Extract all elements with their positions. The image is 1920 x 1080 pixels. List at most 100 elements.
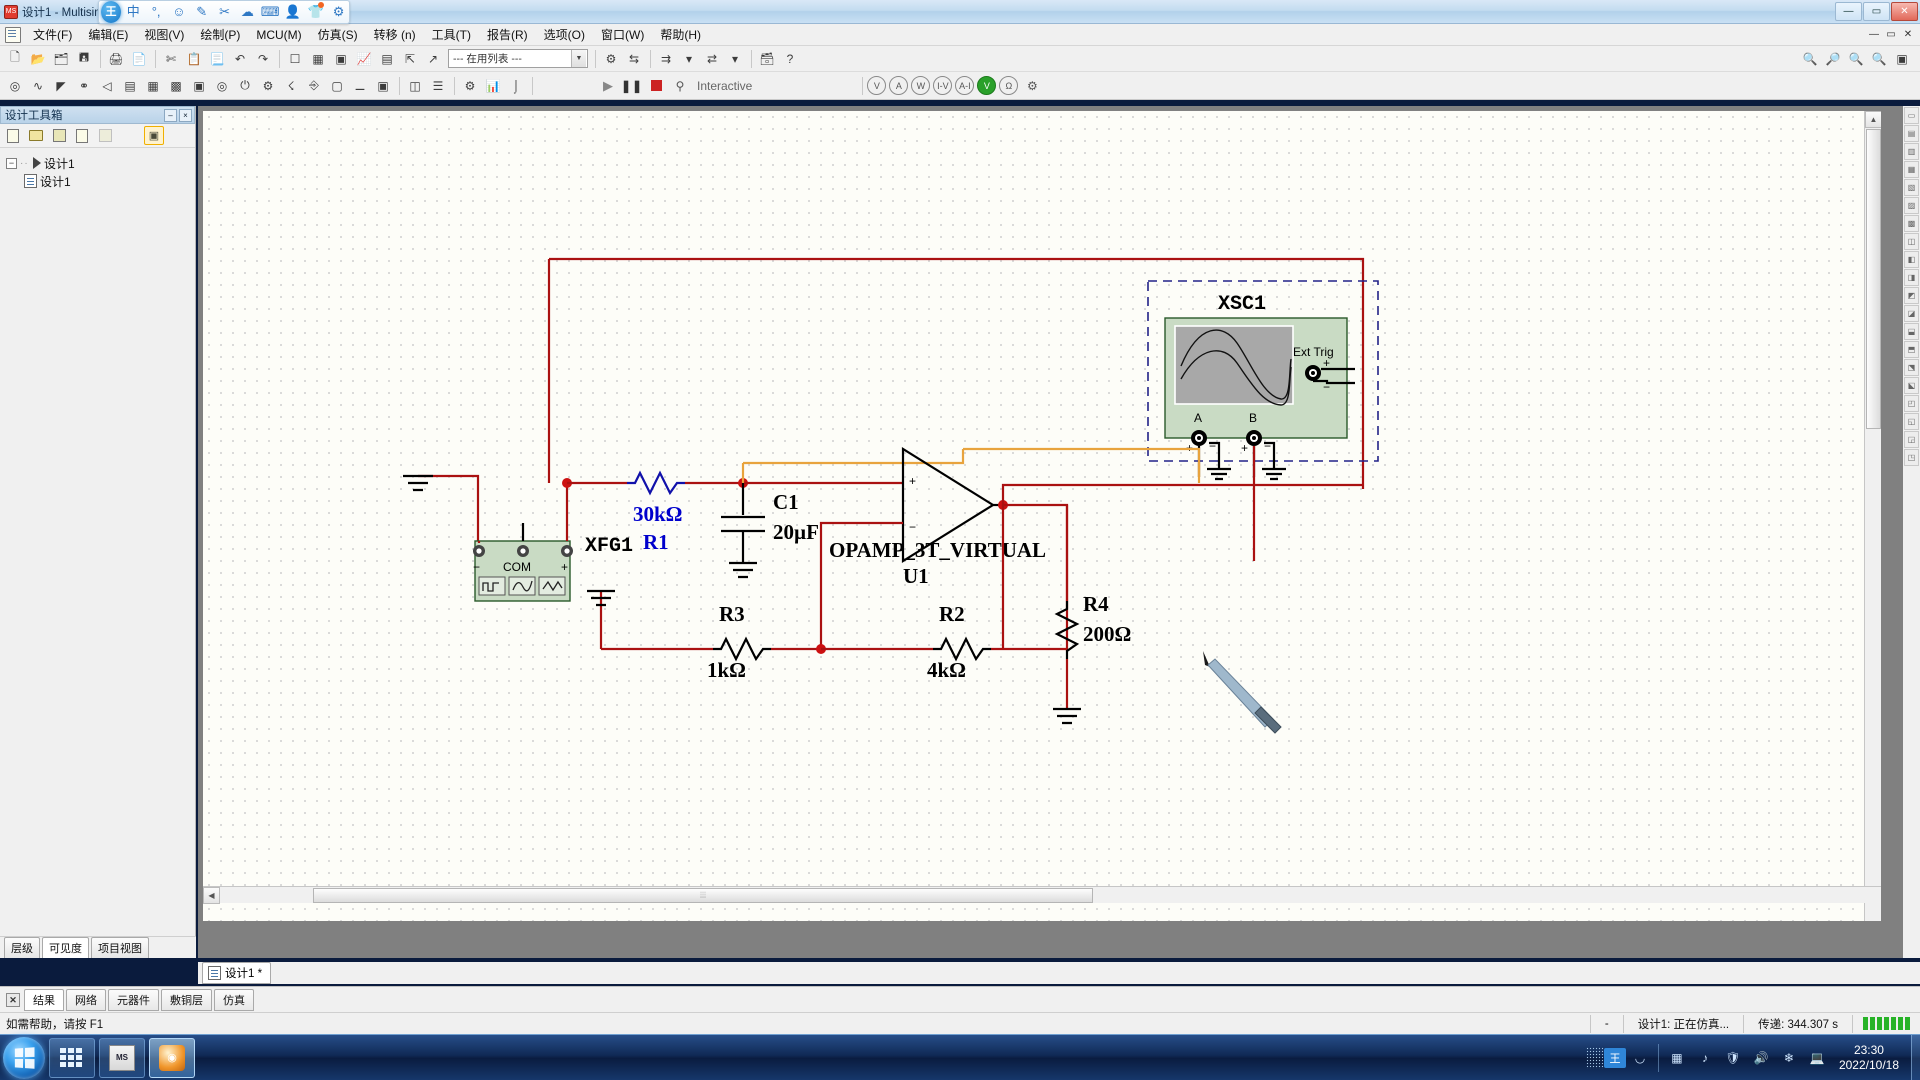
new-design-icon[interactable] bbox=[3, 126, 23, 145]
menu-options[interactable]: 选项(O) bbox=[536, 24, 593, 46]
window-maximize-button[interactable]: ▭ bbox=[1863, 2, 1890, 21]
grapher-icon[interactable]: 📈 bbox=[353, 48, 375, 70]
strip-icon-5[interactable]: ▧ bbox=[1904, 179, 1919, 196]
menu-reports[interactable]: 报告(R) bbox=[479, 24, 536, 46]
menu-transfer[interactable]: 转移 (n) bbox=[366, 24, 424, 46]
spreadsheet-tab-nets[interactable]: 网络 bbox=[66, 988, 106, 1011]
postprocess-icon[interactable]: ⌡ bbox=[505, 75, 527, 97]
audio-driver-icon[interactable]: ♪ bbox=[1694, 1047, 1716, 1069]
sheet-tab-design1[interactable]: 设计1 * bbox=[202, 962, 272, 984]
zoom-area-icon[interactable]: 🔍 bbox=[1868, 48, 1890, 70]
redo-icon[interactable]: ↷ bbox=[252, 48, 274, 70]
strip-icon-13[interactable]: ⬓ bbox=[1904, 323, 1919, 340]
zoom-in-icon[interactable]: 🔍 bbox=[1799, 48, 1821, 70]
menu-window[interactable]: 窗口(W) bbox=[593, 24, 652, 46]
schematic-canvas-area[interactable]: .w { stroke:#aa1111; stroke-width:2.2; f… bbox=[198, 106, 1920, 958]
place-power-icon[interactable]: ⏻ bbox=[234, 75, 256, 97]
undo-icon[interactable]: ↶ bbox=[229, 48, 251, 70]
volume-icon[interactable]: 🔊 bbox=[1750, 1047, 1772, 1069]
tab-visibility[interactable]: 可见度 bbox=[42, 937, 89, 958]
show-desktop-button[interactable] bbox=[1911, 1034, 1920, 1080]
spreadsheet-tab-copper-layers[interactable]: 敷铜层 bbox=[161, 988, 212, 1011]
place-bus-icon[interactable]: ☰ bbox=[427, 75, 449, 97]
ime-skin-icon[interactable]: 👕 bbox=[305, 1, 326, 23]
ime-punctuation-icon[interactable]: °, bbox=[146, 1, 167, 23]
strip-icon-7[interactable]: ▩ bbox=[1904, 215, 1919, 232]
voltage-probe-icon[interactable]: V bbox=[867, 76, 887, 95]
paste-icon[interactable]: 📃 bbox=[206, 48, 228, 70]
start-button[interactable] bbox=[3, 1036, 45, 1079]
new-file-icon[interactable]: 🗋 bbox=[4, 48, 26, 70]
doc-restore-button[interactable]: ▭ bbox=[1883, 27, 1899, 43]
open-file-icon[interactable]: 📂 bbox=[27, 48, 49, 70]
design-toolbox-icon[interactable]: ▣ bbox=[330, 48, 352, 70]
menu-place[interactable]: 绘制(P) bbox=[192, 24, 248, 46]
spreadsheet-tab-components[interactable]: 元器件 bbox=[108, 988, 159, 1011]
impedance-probe-icon[interactable]: Ω bbox=[999, 76, 1019, 95]
chevron-down-icon[interactable]: ▼ bbox=[571, 50, 586, 67]
ime-scissors-icon[interactable]: ✂ bbox=[214, 1, 235, 23]
tab-hierarchy[interactable]: 层级 bbox=[4, 937, 40, 958]
print-icon[interactable]: 🖨 bbox=[105, 48, 127, 70]
place-diode-icon[interactable]: ◤ bbox=[50, 75, 72, 97]
place-misc-digital-icon[interactable]: ▩ bbox=[165, 75, 187, 97]
open-sample-icon[interactable]: 🗂 bbox=[50, 48, 72, 70]
window-close-button[interactable]: ✕ bbox=[1891, 2, 1918, 21]
window-minimize-button[interactable]: — bbox=[1835, 2, 1862, 21]
place-basic-icon[interactable]: ∿ bbox=[27, 75, 49, 97]
transfer-dropdown-icon[interactable]: ▾ bbox=[724, 48, 746, 70]
ime-logo-icon[interactable]: 王 bbox=[101, 1, 121, 23]
ime-user-icon[interactable]: 👤 bbox=[283, 1, 304, 23]
postprocessor-icon[interactable]: ▤ bbox=[376, 48, 398, 70]
save-file-icon[interactable]: 🖪 bbox=[73, 48, 95, 70]
horizontal-scroll-thumb[interactable]: ⦙⦙⦙ bbox=[313, 888, 1093, 903]
tree-item-sheet[interactable]: 设计1 bbox=[6, 172, 195, 190]
voltage-reference-probe-icon[interactable]: V bbox=[977, 76, 997, 95]
place-electromech-icon[interactable]: ⎆ bbox=[303, 75, 325, 97]
back-annotate-icon[interactable]: ⇆ bbox=[623, 48, 645, 70]
place-source-icon[interactable]: ◎ bbox=[4, 75, 26, 97]
tree-item-design-root[interactable]: − ·· 设计1 bbox=[6, 154, 195, 172]
ime-settings-icon[interactable]: ⚙ bbox=[328, 1, 349, 23]
annotate-dropdown-icon[interactable]: ▾ bbox=[678, 48, 700, 70]
zoom-fit-icon[interactable]: 🔍 bbox=[1845, 48, 1867, 70]
rename-design-icon[interactable] bbox=[95, 126, 115, 145]
ime-keyboard-icon[interactable]: ⌨ bbox=[260, 1, 281, 23]
strip-icon-14[interactable]: ⬒ bbox=[1904, 341, 1919, 358]
strip-icon-6[interactable]: ▨ bbox=[1904, 197, 1919, 214]
transfer-icon[interactable]: ⇄ bbox=[701, 48, 723, 70]
strip-icon-9[interactable]: ◧ bbox=[1904, 251, 1919, 268]
simulation-mode-icon[interactable]: ⚲ bbox=[669, 76, 691, 96]
power-probe-icon[interactable]: W bbox=[911, 76, 931, 95]
panel-close-button[interactable]: × bbox=[179, 108, 192, 122]
zoom-out-icon[interactable]: 🔎 bbox=[1822, 48, 1844, 70]
strip-icon-15[interactable]: ⬔ bbox=[1904, 359, 1919, 376]
stop-simulation-button[interactable] bbox=[645, 76, 667, 96]
simulation-settings-icon[interactable]: ⚙ bbox=[459, 75, 481, 97]
place-ni-icon[interactable]: ▢ bbox=[326, 75, 348, 97]
doc-minimize-button[interactable]: — bbox=[1866, 27, 1882, 43]
database-icon[interactable]: 🗃 bbox=[756, 48, 778, 70]
toggle-spreadsheet-icon[interactable]: ▦ bbox=[307, 48, 329, 70]
canvas-vertical-scrollbar[interactable]: ▲ ▼ bbox=[1864, 111, 1881, 921]
in-use-list-icon[interactable]: ↗ bbox=[422, 48, 444, 70]
menu-edit[interactable]: 编辑(E) bbox=[80, 24, 136, 46]
strip-icon-20[interactable]: ◳ bbox=[1904, 449, 1919, 466]
schematic-drawing[interactable]: .w { stroke:#aa1111; stroke-width:2.2; f… bbox=[203, 111, 1882, 922]
run-simulation-button[interactable]: ▶ bbox=[597, 76, 619, 96]
probe-settings-icon[interactable]: ⚙ bbox=[1021, 76, 1043, 96]
flower-icon[interactable]: ❄ bbox=[1778, 1047, 1800, 1069]
full-screen-icon[interactable]: ☐ bbox=[284, 48, 306, 70]
canvas-horizontal-scrollbar[interactable]: ◀ ⦙⦙⦙ ▶ bbox=[203, 886, 1881, 904]
strip-icon-1[interactable]: ▭ bbox=[1904, 107, 1919, 124]
differential-voltage-probe-icon[interactable]: I-V bbox=[933, 76, 953, 95]
current-differential-probe-icon[interactable]: A-I bbox=[955, 76, 975, 95]
taskbar-multisim-tile[interactable]: MS bbox=[99, 1037, 145, 1078]
copy-icon[interactable]: 📋 bbox=[183, 48, 205, 70]
vertical-scroll-thumb[interactable] bbox=[1866, 129, 1881, 429]
strip-icon-4[interactable]: ▦ bbox=[1904, 161, 1919, 178]
nvidia-icon[interactable]: ▦ bbox=[1666, 1047, 1688, 1069]
place-indicator-icon[interactable]: ◎ bbox=[211, 75, 233, 97]
zoom-selection-icon[interactable]: ▣ bbox=[1891, 48, 1913, 70]
strip-icon-16[interactable]: ⬕ bbox=[1904, 377, 1919, 394]
